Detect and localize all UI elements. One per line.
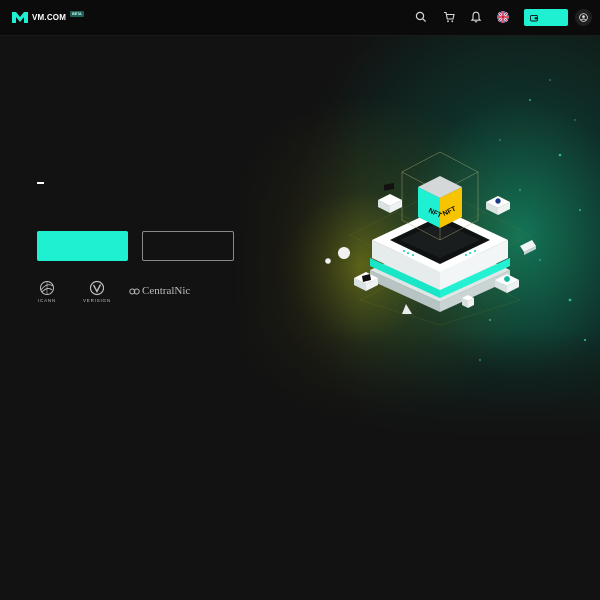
centralnic-logo-icon [129, 288, 140, 294]
user-icon [579, 13, 588, 22]
beta-badge: BETA [70, 10, 84, 17]
bell-icon[interactable] [469, 10, 483, 24]
icann-logo-icon [40, 281, 54, 295]
search-icon[interactable] [414, 10, 428, 24]
nft-platform-illustration: NFT NFT [325, 151, 536, 325]
secondary-cta-button[interactable] [142, 231, 234, 261]
connect-wallet-button[interactable] [524, 9, 568, 26]
floating-box-top-right [486, 196, 510, 215]
centralnic-label: CentralNic [142, 285, 191, 297]
partner-centralnic: CentralNic [129, 285, 190, 297]
floating-box-top-left [378, 182, 402, 213]
wallet-icon [530, 14, 538, 21]
partner-verisign: VERISIGN [83, 280, 111, 303]
icann-label: ICANN [38, 298, 57, 303]
brand-name: VM.COM [32, 13, 67, 22]
cart-icon[interactable] [442, 10, 456, 24]
verisign-logo-icon [89, 280, 105, 296]
top-header: VM.COM BETA [0, 0, 600, 36]
user-account-button[interactable] [575, 9, 592, 26]
uk-flag-icon[interactable] [496, 10, 510, 24]
primary-cta-button[interactable] [37, 231, 128, 261]
hero-title-placeholder [37, 182, 44, 184]
site-logo[interactable]: VM.COM BETA [12, 10, 84, 23]
partner-icann: ICANN [38, 280, 56, 303]
verisign-label: VERISIGN [83, 298, 111, 303]
vm-logo-icon [12, 12, 28, 23]
